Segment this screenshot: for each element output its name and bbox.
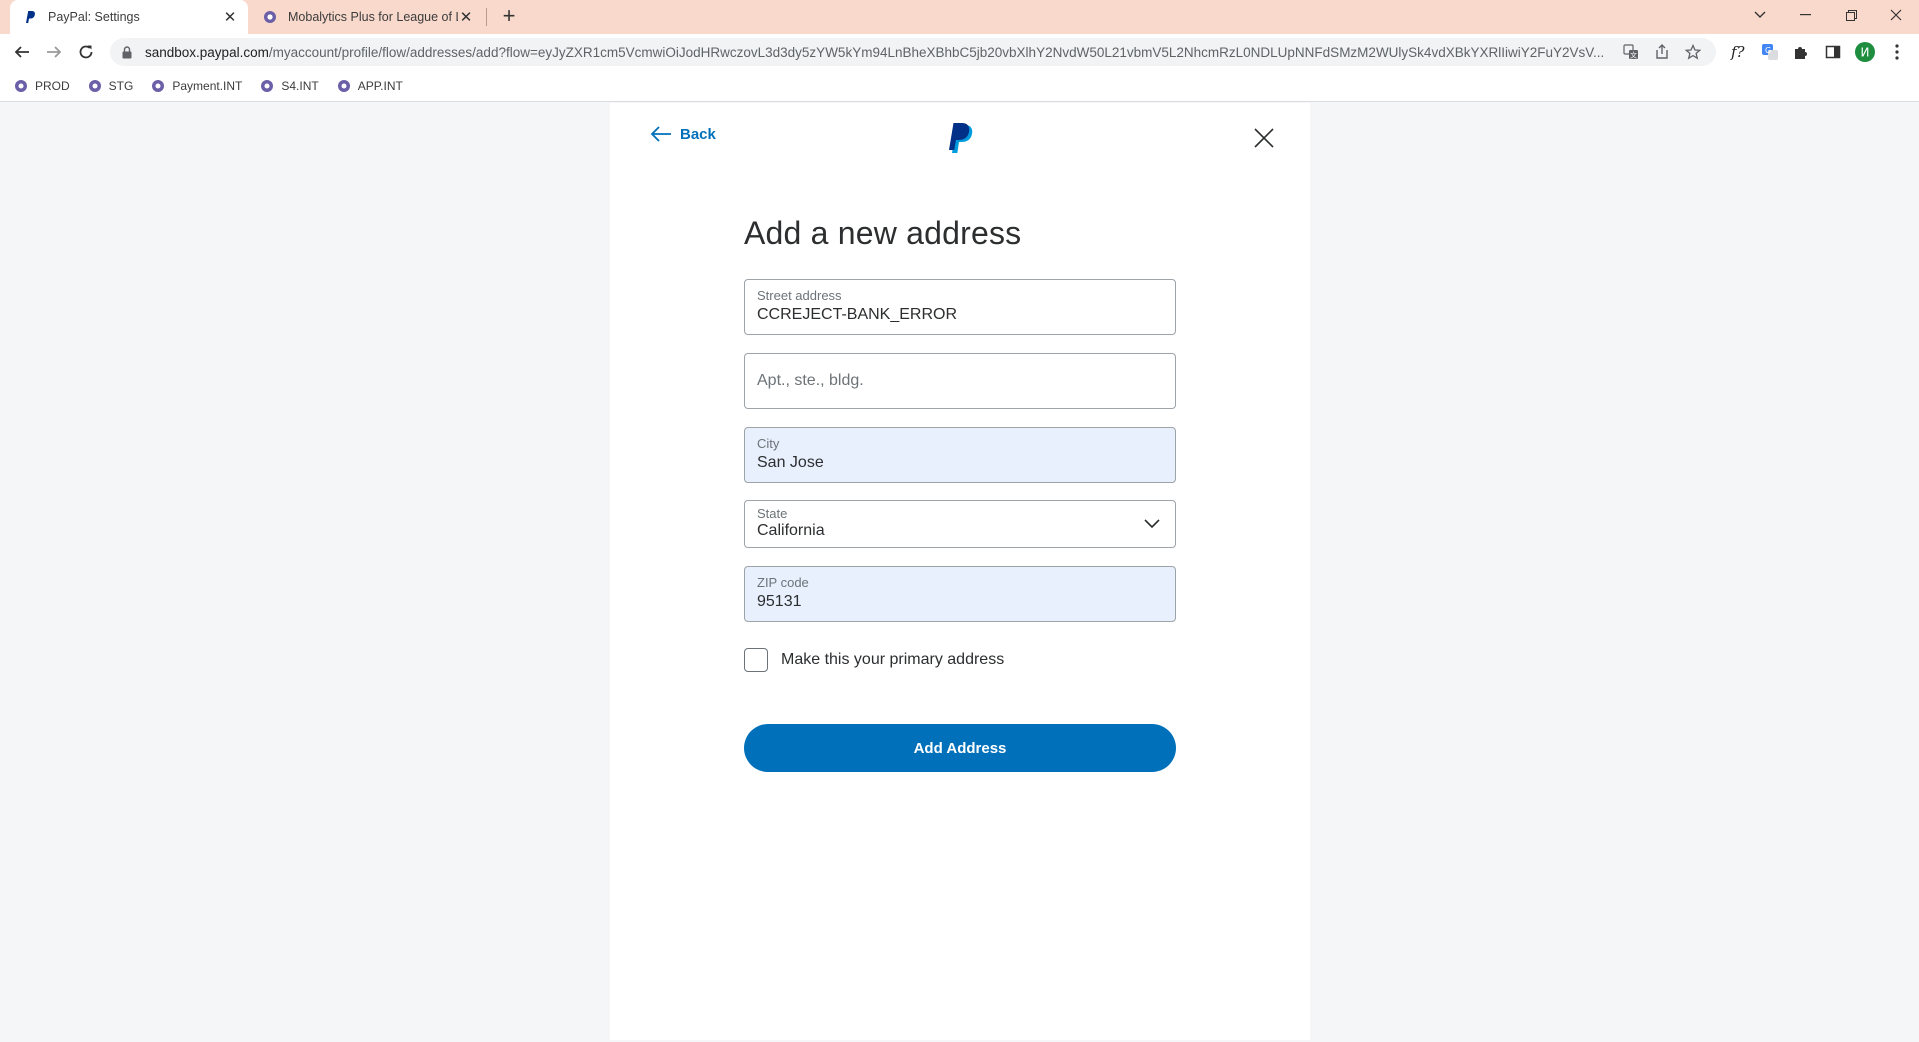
bookmark-label: APP.INT xyxy=(357,78,403,93)
back-label: Back xyxy=(680,125,716,143)
browser-toolbar: sandbox.paypal.com/myaccount/profile/flo… xyxy=(0,34,1919,70)
zip-code-value: 95131 xyxy=(757,593,802,610)
svg-text:f?: f? xyxy=(1730,43,1746,61)
chevron-down-icon xyxy=(1144,519,1160,529)
add-address-button[interactable]: Add Address xyxy=(744,724,1176,772)
side-panel-icon[interactable] xyxy=(1821,40,1845,64)
state-select[interactable]: State California xyxy=(744,500,1176,548)
profile-avatar[interactable]: И xyxy=(1853,40,1877,64)
svg-text:И: И xyxy=(1861,46,1870,60)
bookmark-favicon-icon xyxy=(261,79,274,92)
bookmark-label: STG xyxy=(108,78,134,93)
page-title: Add a new address xyxy=(744,215,1022,251)
city-label: City xyxy=(757,436,780,451)
bookmark-s4-int[interactable]: S4.INT xyxy=(260,78,319,93)
share-icon[interactable] xyxy=(1651,41,1673,63)
forward-arrow-icon[interactable] xyxy=(40,38,68,66)
apt-suite-field[interactable]: Apt., ste., bldg. xyxy=(744,353,1176,409)
new-tab-icon[interactable]: + xyxy=(497,5,521,28)
minimize-icon[interactable] xyxy=(1782,0,1828,30)
svg-text:G: G xyxy=(1765,46,1771,55)
back-arrow-icon[interactable] xyxy=(8,38,36,66)
state-label: State xyxy=(757,506,788,521)
font-extension-icon[interactable]: f? xyxy=(1727,40,1751,64)
bookmarks-bar: PROD STG Payment.INT S4.INT APP.INT xyxy=(0,70,1919,102)
lock-icon[interactable] xyxy=(122,45,136,59)
apt-suite-placeholder: Apt., ste., bldg. xyxy=(757,372,864,389)
zip-code-label: ZIP code xyxy=(757,575,809,590)
tab-search-chevron-icon[interactable] xyxy=(1737,0,1783,30)
primary-address-row: Make this your primary address xyxy=(744,648,1004,672)
restore-icon[interactable] xyxy=(1828,0,1874,30)
zip-code-field[interactable]: ZIP code 95131 xyxy=(744,566,1176,622)
close-icon[interactable] xyxy=(1253,127,1275,149)
close-tab-icon[interactable]: ✕ xyxy=(458,9,474,26)
bookmark-label: PROD xyxy=(35,78,70,93)
mobalytics-favicon xyxy=(262,9,278,25)
bookmark-star-icon[interactable] xyxy=(1682,41,1704,63)
page-background: Back Add a new address Street address CC… xyxy=(0,103,1919,1040)
paypal-logo-icon xyxy=(949,123,973,153)
browser-menu-icon[interactable] xyxy=(1885,40,1909,64)
back-arrow-icon xyxy=(650,126,671,142)
bookmark-label: S4.INT xyxy=(281,78,319,93)
url-path: /myaccount/profile/flow/addresses/add?fl… xyxy=(268,44,1605,60)
bookmark-prod[interactable]: PROD xyxy=(14,79,70,93)
back-link[interactable]: Back xyxy=(650,125,716,143)
google-translate-extension-icon[interactable]: G xyxy=(1758,40,1782,64)
bookmark-favicon-icon xyxy=(337,79,350,92)
svg-text:文: 文 xyxy=(1630,51,1637,60)
address-bar[interactable]: sandbox.paypal.com/myaccount/profile/flo… xyxy=(110,38,1716,66)
bookmark-favicon-icon xyxy=(152,79,165,92)
url-text: sandbox.paypal.com/myaccount/profile/flo… xyxy=(145,45,1611,60)
add-address-card: Back Add a new address Street address CC… xyxy=(610,103,1310,1040)
bookmark-stg[interactable]: STG xyxy=(88,78,134,93)
city-value: San Jose xyxy=(757,454,824,471)
bookmark-favicon-icon xyxy=(88,79,101,92)
close-tab-icon[interactable]: ✕ xyxy=(222,9,238,26)
browser-tab-bar: PayPal: Settings ✕ Mobalytics Plus for L… xyxy=(0,0,1919,34)
translate-icon[interactable]: 文 xyxy=(1620,41,1642,63)
tab-divider xyxy=(486,8,487,26)
primary-address-checkbox[interactable] xyxy=(744,648,768,672)
paypal-favicon xyxy=(22,9,38,25)
street-address-field[interactable]: Street address CCREJECT-BANK_ERROR xyxy=(744,279,1176,335)
bookmark-label: Payment.INT xyxy=(172,78,243,93)
tab-mobalytics[interactable]: Mobalytics Plus for League of Le ✕ xyxy=(252,0,484,34)
state-value: California xyxy=(757,522,825,539)
tab-paypal-settings[interactable]: PayPal: Settings ✕ xyxy=(10,0,248,34)
tab-title: PayPal: Settings xyxy=(48,10,140,24)
extensions-puzzle-icon[interactable] xyxy=(1789,40,1813,64)
bookmark-favicon-icon xyxy=(15,79,27,92)
city-field[interactable]: City San Jose xyxy=(744,427,1176,483)
bookmark-app-int[interactable]: APP.INT xyxy=(337,79,403,93)
tab-title: Mobalytics Plus for League of Le xyxy=(288,10,458,24)
close-window-icon[interactable] xyxy=(1873,0,1919,30)
street-address-value: CCREJECT-BANK_ERROR xyxy=(757,306,958,323)
url-host: sandbox.paypal.com xyxy=(145,44,269,60)
street-address-label: Street address xyxy=(757,288,842,303)
reload-icon[interactable] xyxy=(72,38,100,66)
bookmark-payment-int[interactable]: Payment.INT xyxy=(151,79,242,93)
primary-address-label[interactable]: Make this your primary address xyxy=(781,651,1004,669)
